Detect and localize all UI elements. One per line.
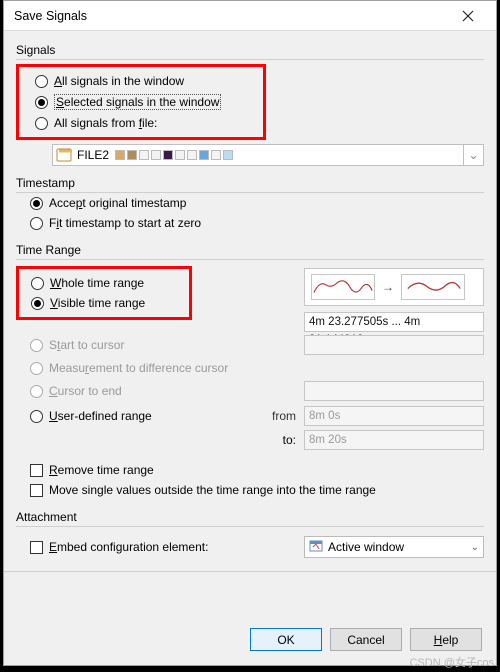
radio-label: Measurement to difference cursor <box>49 361 228 375</box>
radio-accept-timestamp[interactable]: Accept original timestamp <box>16 193 484 213</box>
radio-icon <box>35 117 48 130</box>
radio-label: Selected signals in the window <box>54 94 221 110</box>
radio-icon <box>30 410 43 423</box>
window-title: Save Signals <box>14 9 448 23</box>
radio-label: Fit timestamp to start at zero <box>49 216 201 230</box>
visible-range-value: 4m 23.277505s ... 4m 31.144918s <box>304 312 484 332</box>
chevron-down-icon: ⌄ <box>471 542 479 553</box>
swatch <box>139 150 149 160</box>
radio-visible-range[interactable]: Visible time range <box>21 293 187 313</box>
swatch <box>115 150 125 160</box>
radio-icon <box>30 217 43 230</box>
user-from-input[interactable]: 8m 0s <box>304 406 484 426</box>
timestamp-section-label: Timestamp <box>16 176 484 190</box>
swatch <box>187 150 197 160</box>
radio-icon <box>30 339 43 352</box>
swatch <box>175 150 185 160</box>
dropdown-value: Active window <box>328 540 404 554</box>
radio-all-window[interactable]: All signals in the window <box>21 71 261 91</box>
titlebar: Save Signals <box>4 1 496 31</box>
radio-icon <box>35 96 48 109</box>
watermark: CSDN @女子cos <box>409 654 494 670</box>
swatch <box>163 150 173 160</box>
radio-meas-diff[interactable]: Measurement to difference cursor <box>16 358 484 378</box>
ok-button[interactable]: OK <box>250 628 322 651</box>
attachment-dropdown[interactable]: Active window ⌄ <box>304 536 484 558</box>
cursor-end-value <box>304 381 484 401</box>
checkbox-remove-range[interactable]: Remove time range <box>16 460 484 480</box>
radio-icon <box>35 75 48 88</box>
radio-label: User-defined range <box>49 409 152 423</box>
swatch <box>127 150 137 160</box>
file-swatches <box>115 150 233 160</box>
swatch <box>223 150 233 160</box>
timerange-section-label: Time Range <box>16 243 484 257</box>
radio-fit-timestamp[interactable]: Fit timestamp to start at zero <box>16 213 484 233</box>
radio-cursor-end[interactable]: Cursor to end <box>16 378 484 404</box>
embed-label: Embed configuration element: <box>49 540 208 554</box>
from-label: from <box>256 409 296 423</box>
radio-icon <box>30 385 43 398</box>
to-label: to: <box>256 433 296 447</box>
file-dropdown-arrow[interactable]: ⌄ <box>463 145 483 165</box>
window-icon <box>309 539 323 556</box>
radio-icon <box>30 197 43 210</box>
waveform-zoom-icon <box>401 274 465 300</box>
radio-user-range[interactable]: User-defined range from 8m 0s <box>16 404 484 428</box>
start-cursor-value <box>304 335 484 355</box>
timerange-highlight: Whole time range Visible time range <box>16 266 192 320</box>
swatch <box>151 150 161 160</box>
user-to-input[interactable]: 8m 20s <box>304 430 484 450</box>
close-button[interactable] <box>448 2 488 30</box>
swatch <box>199 150 209 160</box>
radio-icon <box>30 362 43 375</box>
signals-highlight: All signals in the window Selected signa… <box>16 64 266 140</box>
close-icon <box>462 10 474 22</box>
radio-label: Start to cursor <box>49 338 124 352</box>
waveform-preview: → <box>304 268 484 306</box>
save-signals-dialog: Save Signals Signals All signals in the … <box>3 0 497 666</box>
radio-label: All signals from file: <box>54 116 157 130</box>
radio-whole-range[interactable]: Whole time range <box>21 273 187 293</box>
signals-section-label: Signals <box>16 43 484 57</box>
file-icon <box>55 146 73 164</box>
checkbox-move-values[interactable]: Move single values outside the time rang… <box>16 480 484 500</box>
checkbox-icon <box>30 464 43 477</box>
radio-icon <box>31 277 44 290</box>
radio-label: Visible time range <box>50 296 145 310</box>
attachment-section-label: Attachment <box>16 510 484 524</box>
checkbox-label: Move single values outside the time rang… <box>49 483 376 497</box>
radio-start-cursor[interactable]: Start to cursor <box>16 332 484 358</box>
waveform-full-icon <box>311 274 375 300</box>
help-button[interactable]: Help <box>410 628 482 651</box>
radio-label: Accept original timestamp <box>49 196 186 210</box>
checkbox-label: Remove time range <box>49 463 154 477</box>
cancel-button[interactable]: Cancel <box>330 628 402 651</box>
checkbox-icon <box>30 484 43 497</box>
radio-icon <box>31 297 44 310</box>
radio-label: Cursor to end <box>49 384 122 398</box>
radio-selected-window[interactable]: Selected signals in the window <box>21 91 261 113</box>
file-name: FILE2 <box>77 148 109 162</box>
checkbox-embed[interactable] <box>30 541 43 554</box>
radio-from-file[interactable]: All signals from file: <box>21 113 261 133</box>
radio-label: All signals in the window <box>54 74 184 88</box>
swatch <box>211 150 221 160</box>
file-selector[interactable]: FILE2 ⌄ <box>52 144 484 166</box>
arrow-right-icon: → <box>381 280 395 294</box>
dialog-content: Signals All signals in the window Select… <box>4 31 496 618</box>
radio-label: Whole time range <box>50 276 144 290</box>
